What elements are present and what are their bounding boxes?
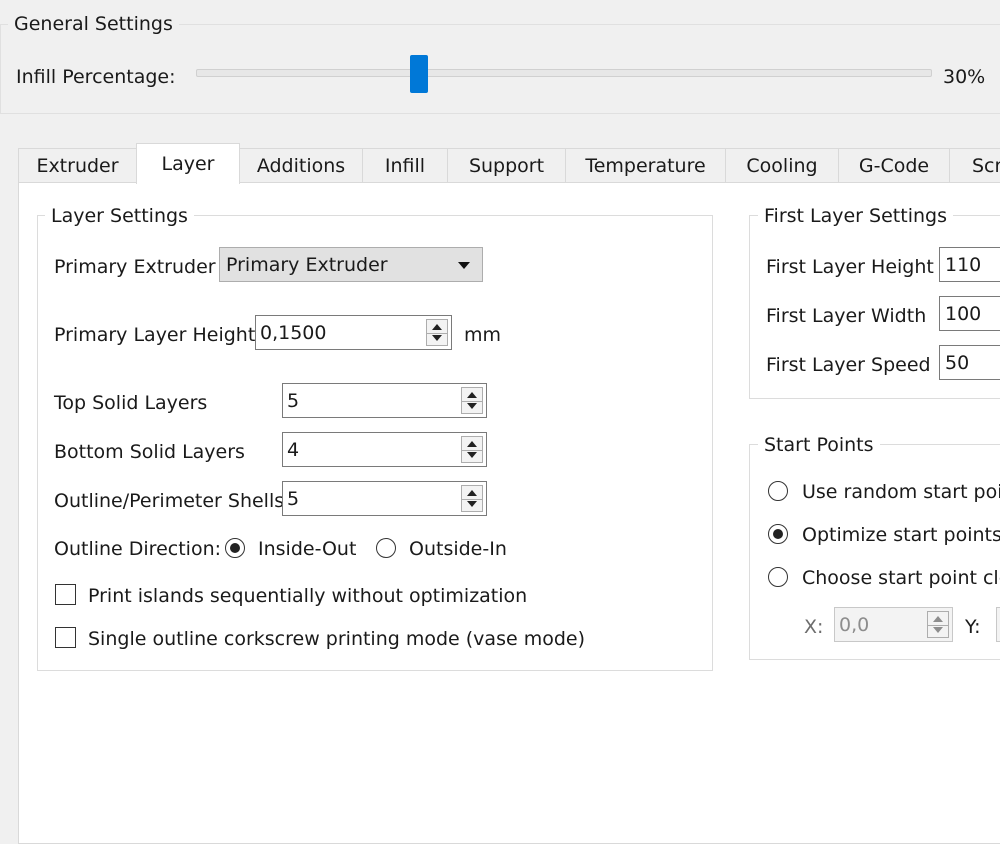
outline-shells-label: Outline/Perimeter Shells xyxy=(54,490,285,512)
primary-layer-height-label: Primary Layer Height xyxy=(54,324,256,346)
inside-out-label[interactable]: Inside-Out xyxy=(258,540,356,559)
tab-label: Temperature xyxy=(585,154,706,177)
first-layer-height-input[interactable]: 110 xyxy=(939,247,1000,282)
first-layer-height-label: First Layer Height xyxy=(766,256,934,278)
start-x-label: X: xyxy=(804,616,824,638)
tab-temperature[interactable]: Temperature xyxy=(565,148,726,182)
optimize-start-radio[interactable] xyxy=(768,524,788,544)
vase-mode-label[interactable]: Single outline corkscrew printing mode (… xyxy=(88,630,585,649)
tab-gcode[interactable]: G-Code xyxy=(838,148,950,182)
start-y-label: Y: xyxy=(965,616,981,638)
spin-buttons[interactable] xyxy=(461,485,483,512)
primary-extruder-label: Primary Extruder xyxy=(54,256,216,278)
tab-layer[interactable]: Layer xyxy=(136,143,240,184)
spin-down-icon[interactable] xyxy=(467,452,477,458)
choose-start-label[interactable]: Choose start point clo xyxy=(802,569,1000,588)
bottom-solid-layers-label: Bottom Solid Layers xyxy=(54,441,245,463)
spin-up-icon[interactable] xyxy=(432,324,442,330)
tab-infill[interactable]: Infill xyxy=(362,148,448,182)
spin-up-icon[interactable] xyxy=(933,616,943,622)
inside-out-radio[interactable] xyxy=(225,538,245,558)
top-solid-layers-value: 5 xyxy=(287,390,300,412)
primary-layer-height-unit: mm xyxy=(464,324,502,346)
tab-label: Infill xyxy=(384,154,426,177)
tab-scripts[interactable]: Scr xyxy=(949,148,1000,182)
tab-additions[interactable]: Additions xyxy=(239,148,363,182)
start-x-value: 0,0 xyxy=(839,614,870,636)
start-x-spinbox[interactable]: 0,0 xyxy=(834,607,953,642)
top-solid-layers-spinbox[interactable]: 5 xyxy=(282,383,487,418)
primary-layer-height-value: 0,1500 xyxy=(260,322,327,344)
top-solid-layers-label: Top Solid Layers xyxy=(54,392,208,414)
first-layer-speed-value: 50 xyxy=(945,352,970,374)
first-layer-width-input[interactable]: 100 xyxy=(939,296,1000,331)
primary-extruder-select[interactable]: Primary Extruder xyxy=(219,247,483,282)
first-layer-width-value: 100 xyxy=(945,303,982,325)
tab-label: Support xyxy=(468,154,545,177)
bottom-solid-layers-value: 4 xyxy=(287,439,300,461)
vase-mode-checkbox[interactable] xyxy=(55,627,76,648)
spin-up-icon[interactable] xyxy=(467,490,477,496)
primary-extruder-selected: Primary Extruder xyxy=(226,253,388,276)
spin-down-icon[interactable] xyxy=(432,335,442,341)
tab-label: G-Code xyxy=(858,154,930,177)
random-start-radio[interactable] xyxy=(768,481,788,501)
print-islands-checkbox[interactable] xyxy=(55,584,76,605)
tab-label: Layer xyxy=(161,153,215,175)
random-start-label[interactable]: Use random start poin xyxy=(802,483,1000,502)
outline-shells-spinbox[interactable]: 5 xyxy=(282,481,487,516)
spin-down-icon[interactable] xyxy=(933,627,943,633)
choose-start-radio[interactable] xyxy=(768,567,788,587)
outline-shells-value: 5 xyxy=(287,488,300,510)
infill-percentage-value: 30% xyxy=(943,66,986,88)
optimize-start-label[interactable]: Optimize start points f xyxy=(802,526,1000,545)
infill-slider-track[interactable] xyxy=(196,69,932,77)
spin-up-icon[interactable] xyxy=(467,441,477,447)
tab-extruder[interactable]: Extruder xyxy=(18,148,137,182)
bottom-solid-layers-spinbox[interactable]: 4 xyxy=(282,432,487,467)
tab-label: Extruder xyxy=(36,154,119,177)
spin-buttons[interactable] xyxy=(927,611,949,638)
spin-buttons[interactable] xyxy=(426,319,448,346)
dropdown-arrow-icon xyxy=(458,262,470,269)
primary-layer-height-spinbox[interactable]: 0,1500 xyxy=(255,315,452,350)
outline-direction-label: Outline Direction: xyxy=(54,538,222,560)
spin-up-icon[interactable] xyxy=(467,392,477,398)
tab-cooling[interactable]: Cooling xyxy=(725,148,839,182)
tab-label: Cooling xyxy=(746,154,818,177)
spin-down-icon[interactable] xyxy=(467,501,477,507)
spin-buttons[interactable] xyxy=(461,436,483,463)
outside-in-label[interactable]: Outside-In xyxy=(409,540,507,559)
layer-settings-title: Layer Settings xyxy=(45,207,194,226)
start-y-spinbox[interactable] xyxy=(996,607,1000,642)
spin-buttons[interactable] xyxy=(461,387,483,414)
tab-support[interactable]: Support xyxy=(447,148,566,182)
first-layer-settings-title: First Layer Settings xyxy=(758,207,953,226)
first-layer-speed-label: First Layer Speed xyxy=(766,354,931,376)
outside-in-radio[interactable] xyxy=(376,538,396,558)
print-islands-label[interactable]: Print islands sequentially without optim… xyxy=(88,587,527,606)
spin-down-icon[interactable] xyxy=(467,403,477,409)
first-layer-width-label: First Layer Width xyxy=(766,305,927,327)
general-settings-title: General Settings xyxy=(8,15,179,34)
infill-slider-handle[interactable] xyxy=(410,55,428,93)
start-points-title: Start Points xyxy=(758,436,880,455)
tab-label: Scr xyxy=(972,154,1000,177)
tab-label: Additions xyxy=(256,154,346,177)
infill-percentage-label: Infill Percentage: xyxy=(16,66,176,88)
first-layer-height-value: 110 xyxy=(945,254,982,276)
first-layer-speed-input[interactable]: 50 xyxy=(939,345,1000,380)
